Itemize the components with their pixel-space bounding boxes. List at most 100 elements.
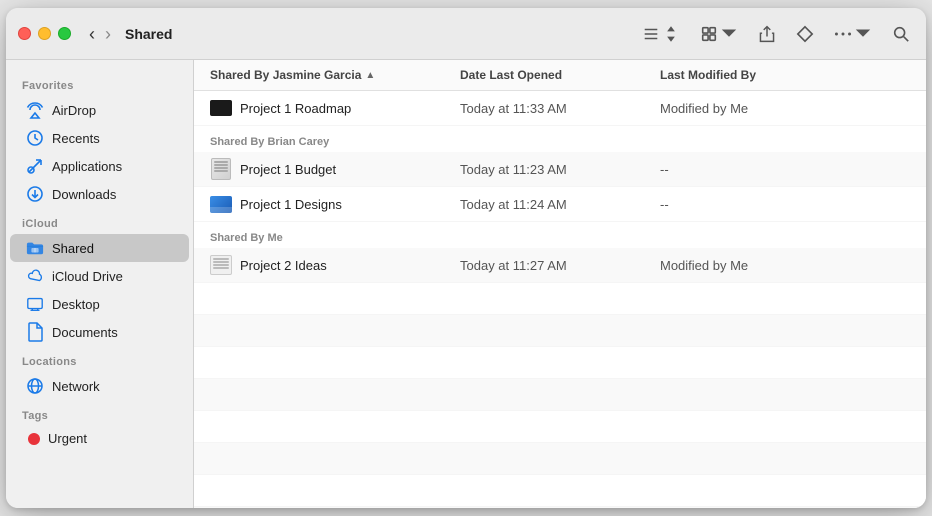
empty-row [194,411,926,443]
sidebar-item-label: Desktop [52,297,100,312]
urgent-tag-dot [28,433,40,445]
tag-icon [796,25,814,43]
empty-row [194,507,926,508]
empty-row [194,379,926,411]
file-date: Today at 11:27 AM [460,258,660,273]
sidebar-item-shared[interactable]: Shared [10,234,189,262]
col-name-label: Shared By Jasmine Garcia [210,68,361,82]
sidebar-item-recents[interactable]: Recents [10,124,189,152]
col-modified-header[interactable]: Last Modified By [660,68,910,82]
sidebar-item-network[interactable]: Network [10,372,189,400]
airdrop-icon [26,101,44,119]
documents-icon [26,323,44,341]
chevron-down-2-icon [854,25,872,43]
icloud-label: iCloud [6,208,193,234]
shared-folder-icon [26,239,44,257]
grid-view-button[interactable] [696,23,742,45]
section-group-label: Shared By Me [194,222,926,248]
file-icon-designs [210,193,232,215]
table-row[interactable]: Project 1 Budget Today at 11:23 AM -- [194,152,926,187]
file-modified-by: Modified by Me [660,101,910,116]
file-name: Project 1 Budget [240,162,336,177]
sidebar-item-label: iCloud Drive [52,269,123,284]
file-icon-budget [210,158,232,180]
forward-button[interactable]: › [103,25,113,43]
search-icon [892,25,910,43]
file-name-cell: Project 1 Roadmap [210,97,460,119]
empty-row [194,443,926,475]
file-name: Project 2 Ideas [240,258,327,273]
file-name-cell: Project 1 Designs [210,193,460,215]
col-modified-label: Last Modified By [660,68,756,82]
col-date-label: Date Last Opened [460,68,562,82]
search-button[interactable] [888,23,914,45]
minimize-button[interactable] [38,27,51,40]
empty-row [194,315,926,347]
close-button[interactable] [18,27,31,40]
file-pane: Shared By Jasmine Garcia ▲ Date Last Ope… [194,60,926,508]
tags-label: Tags [6,400,193,426]
finder-window: ‹ › Shared [6,8,926,508]
col-name-header[interactable]: Shared By Jasmine Garcia ▲ [210,68,460,82]
file-date: Today at 11:23 AM [460,162,660,177]
table-row[interactable]: Project 2 Ideas Today at 11:27 AM Modifi… [194,248,926,283]
file-name: Project 1 Roadmap [240,101,351,116]
titlebar: ‹ › Shared [6,8,926,60]
sidebar-item-label: Urgent [48,431,87,446]
favorites-label: Favorites [6,70,193,96]
file-modified-by: -- [660,162,910,177]
sidebar-item-label: Network [52,379,100,394]
more-icon [834,25,852,43]
sidebar-item-label: Recents [52,131,100,146]
file-modified-by: Modified by Me [660,258,910,273]
sidebar-item-airdrop[interactable]: AirDrop [10,96,189,124]
sidebar-item-urgent[interactable]: Urgent [10,426,189,451]
share-button[interactable] [754,23,780,45]
sidebar-item-label: Shared [52,241,94,256]
section-group-label: Shared By Brian Carey [194,126,926,152]
traffic-lights [18,27,71,40]
list-view-button[interactable] [638,23,684,45]
chevron-up-down-icon [662,25,680,43]
file-icon-ideas [210,254,232,276]
empty-row [194,283,926,315]
toolbar [638,23,914,45]
locations-label: Locations [6,346,193,372]
share-icon [758,25,776,43]
applications-icon [26,157,44,175]
sidebar-item-icloud-drive[interactable]: iCloud Drive [10,262,189,290]
maximize-button[interactable] [58,27,71,40]
file-name: Project 1 Designs [240,197,342,212]
file-modified-by: -- [660,197,910,212]
table-row[interactable]: Project 1 Roadmap Today at 11:33 AM Modi… [194,91,926,126]
file-icon-roadmap [210,97,232,119]
sidebar-item-label: Applications [52,159,122,174]
back-button[interactable]: ‹ [87,25,97,43]
network-icon [26,377,44,395]
col-date-header[interactable]: Date Last Opened [460,68,660,82]
sort-arrow-icon: ▲ [365,70,375,81]
file-date: Today at 11:33 AM [460,101,660,116]
sidebar-item-label: Downloads [52,187,116,202]
nav-buttons: ‹ › [87,25,113,43]
tag-button[interactable] [792,23,818,45]
icloud-drive-icon [26,267,44,285]
window-title: Shared [125,26,638,42]
table-row[interactable]: Project 1 Designs Today at 11:24 AM -- [194,187,926,222]
sidebar-item-label: AirDrop [52,103,96,118]
desktop-icon [26,295,44,313]
list-view-icon [642,25,660,43]
sidebar-item-label: Documents [52,325,118,340]
sidebar-item-applications[interactable]: Applications [10,152,189,180]
sidebar-item-downloads[interactable]: Downloads [10,180,189,208]
empty-row [194,347,926,379]
sidebar-item-documents[interactable]: Documents [10,318,189,346]
table-header: Shared By Jasmine Garcia ▲ Date Last Ope… [194,60,926,91]
sidebar-item-desktop[interactable]: Desktop [10,290,189,318]
grid-view-icon [700,25,718,43]
file-name-cell: Project 1 Budget [210,158,460,180]
more-button[interactable] [830,23,876,45]
downloads-icon [26,185,44,203]
main-content: Favorites AirDrop [6,60,926,508]
empty-row [194,475,926,507]
